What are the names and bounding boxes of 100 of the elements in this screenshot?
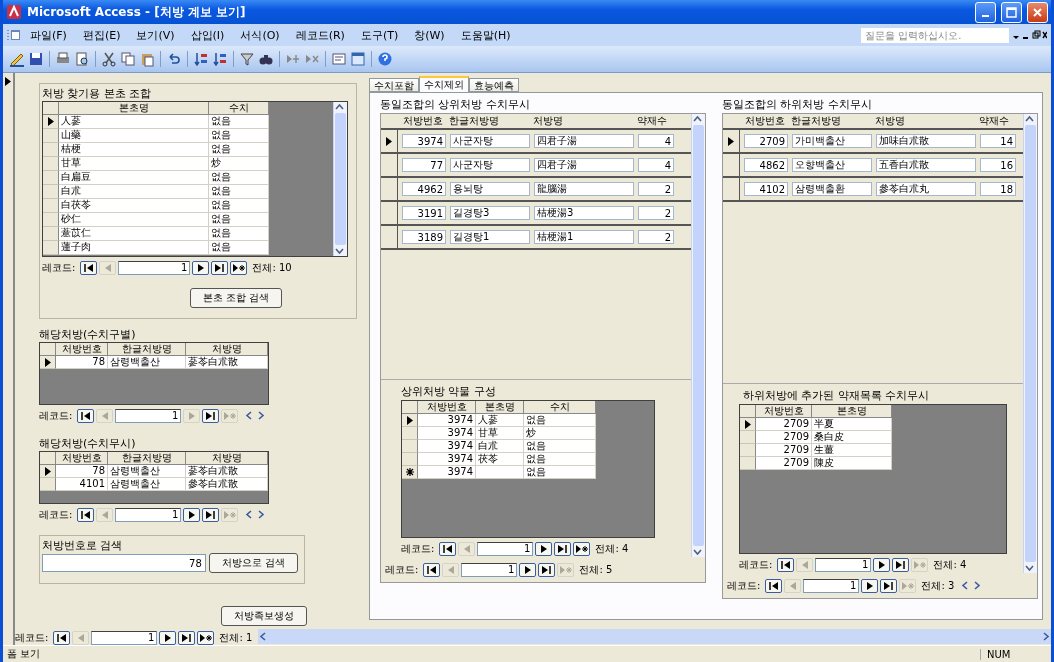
record-field[interactable]: 桔梗湯1 bbox=[534, 230, 634, 244]
close-button[interactable] bbox=[1027, 1, 1048, 23]
record-field[interactable]: 參苓白朮丸 bbox=[876, 182, 976, 196]
design-icon[interactable] bbox=[9, 51, 25, 67]
scroll-up-icon[interactable] bbox=[334, 102, 345, 112]
record-field[interactable]: 길경탕1 bbox=[450, 230, 530, 244]
row-selector[interactable] bbox=[402, 466, 418, 479]
herb-combination-search-button[interactable]: 본초 조합 검색 bbox=[189, 288, 283, 308]
column-header[interactable]: 처방번호 bbox=[756, 405, 812, 418]
scroll-thumb[interactable] bbox=[1025, 125, 1036, 562]
form-record-selector[interactable] bbox=[3, 73, 15, 645]
column-header[interactable]: 처방번호 bbox=[418, 401, 476, 414]
record-field[interactable]: 3191 bbox=[402, 206, 446, 220]
sort-descending-icon[interactable] bbox=[212, 51, 228, 67]
record-field[interactable]: 四君子湯 bbox=[534, 158, 634, 172]
new-record-button[interactable] bbox=[573, 541, 591, 556]
first-record-button[interactable] bbox=[53, 630, 71, 645]
record-number-field[interactable]: 1 bbox=[803, 578, 860, 593]
record-number-field[interactable]: 1 bbox=[477, 541, 534, 556]
sort-ascending-icon[interactable] bbox=[193, 51, 209, 67]
record-number-field[interactable]: 1 bbox=[115, 507, 182, 522]
record-field[interactable]: 四君子湯 bbox=[534, 134, 634, 148]
tab[interactable]: 효능예측 bbox=[469, 78, 519, 92]
next-record-button[interactable] bbox=[873, 557, 891, 572]
paste-icon[interactable] bbox=[139, 51, 155, 67]
last-record-button[interactable] bbox=[202, 408, 220, 423]
record-field[interactable]: 4 bbox=[638, 134, 674, 148]
pedigree-button[interactable]: 처방족보생성 bbox=[221, 606, 307, 626]
column-header[interactable]: 처방명 bbox=[186, 343, 268, 356]
menu-item[interactable]: 삽입(I) bbox=[183, 25, 232, 45]
record-field[interactable]: 加味白朮散 bbox=[876, 134, 976, 148]
maximize-button[interactable] bbox=[1001, 1, 1022, 23]
horizontal-scrollbar[interactable] bbox=[258, 629, 1051, 644]
record-field[interactable]: 14 bbox=[980, 134, 1016, 148]
record-field[interactable]: 桔梗湯3 bbox=[534, 206, 634, 220]
record-number-field[interactable]: 1 bbox=[115, 408, 182, 423]
record-field[interactable]: 4962 bbox=[402, 182, 446, 196]
row-selector[interactable] bbox=[43, 115, 59, 129]
vertical-scrollbar[interactable] bbox=[691, 114, 705, 557]
record-field[interactable]: 2 bbox=[638, 230, 674, 244]
last-record-button[interactable] bbox=[178, 630, 196, 645]
new-record-button[interactable] bbox=[197, 630, 215, 645]
tab[interactable]: 수치포함 bbox=[369, 78, 419, 92]
row-selector[interactable] bbox=[40, 356, 56, 369]
column-header[interactable]: 본초명 bbox=[59, 102, 209, 115]
last-record-button[interactable] bbox=[538, 562, 556, 577]
first-record-button[interactable] bbox=[77, 507, 95, 522]
record-field[interactable]: 길경탕3 bbox=[450, 206, 530, 220]
next-record-button[interactable] bbox=[519, 562, 537, 577]
column-header[interactable]: 처방명 bbox=[186, 452, 268, 465]
record-field[interactable]: 3974 bbox=[402, 134, 446, 148]
prescription-search-button[interactable]: 처방으로 검색 bbox=[208, 553, 298, 573]
menu-item[interactable]: 서식(O) bbox=[233, 25, 287, 45]
last-record-button[interactable] bbox=[554, 541, 572, 556]
record-number-field[interactable]: 1 bbox=[91, 630, 158, 645]
vertical-scrollbar[interactable] bbox=[333, 102, 347, 256]
record-number-field[interactable]: 1 bbox=[461, 562, 518, 577]
next-record-button[interactable] bbox=[535, 541, 553, 556]
scroll-down-icon[interactable] bbox=[1024, 563, 1035, 573]
next-record-button[interactable] bbox=[192, 260, 210, 275]
last-record-button[interactable] bbox=[211, 260, 229, 275]
minimize-button[interactable] bbox=[975, 1, 996, 23]
last-record-button[interactable] bbox=[892, 557, 910, 572]
cut-icon[interactable] bbox=[101, 51, 117, 67]
column-header[interactable]: 처방번호 bbox=[56, 343, 108, 356]
scroll-thumb[interactable] bbox=[335, 113, 346, 245]
first-record-button[interactable] bbox=[777, 557, 795, 572]
record-field[interactable]: 오향백출산 bbox=[792, 158, 872, 172]
record-field[interactable]: 龍腦湯 bbox=[534, 182, 634, 196]
record-field[interactable]: 2 bbox=[638, 206, 674, 220]
scroll-thumb[interactable] bbox=[693, 125, 704, 546]
first-record-button[interactable] bbox=[765, 578, 783, 593]
record-field[interactable]: 18 bbox=[980, 182, 1016, 196]
row-selector[interactable] bbox=[402, 414, 418, 427]
record-field[interactable]: 4862 bbox=[744, 158, 788, 172]
menu-item[interactable]: 도구(T) bbox=[353, 25, 406, 45]
record-field[interactable]: 2709 bbox=[744, 134, 788, 148]
first-record-button[interactable] bbox=[77, 408, 95, 423]
database-window-icon[interactable] bbox=[350, 51, 366, 67]
help-search-field[interactable]: 질문을 입력하십시오. bbox=[861, 27, 1009, 43]
first-record-button[interactable] bbox=[423, 562, 441, 577]
column-header[interactable]: 본초명 bbox=[476, 401, 524, 414]
help-icon[interactable] bbox=[377, 51, 393, 67]
record-field[interactable]: 3189 bbox=[402, 230, 446, 244]
record-field[interactable]: 五香白朮散 bbox=[876, 158, 976, 172]
menu-item[interactable]: 보기(V) bbox=[129, 25, 182, 45]
undo-icon[interactable] bbox=[166, 51, 182, 67]
column-header[interactable]: 처방번호 bbox=[56, 452, 108, 465]
prescription-number-field[interactable]: 78 bbox=[42, 554, 206, 572]
record-field[interactable]: 77 bbox=[402, 158, 446, 172]
row-selector[interactable] bbox=[40, 465, 56, 478]
record-number-field[interactable]: 1 bbox=[815, 557, 872, 572]
menu-item[interactable]: 레코드(R) bbox=[288, 25, 352, 45]
column-header[interactable]: 수치 bbox=[524, 401, 596, 414]
record-field[interactable]: 사군자탕 bbox=[450, 134, 530, 148]
next-record-button[interactable] bbox=[861, 578, 879, 593]
vertical-scrollbar[interactable] bbox=[1023, 114, 1037, 573]
new-record-button[interactable] bbox=[230, 260, 248, 275]
record-field[interactable]: 용뇌탕 bbox=[450, 182, 530, 196]
menu-item[interactable]: 파일(F) bbox=[23, 25, 74, 45]
